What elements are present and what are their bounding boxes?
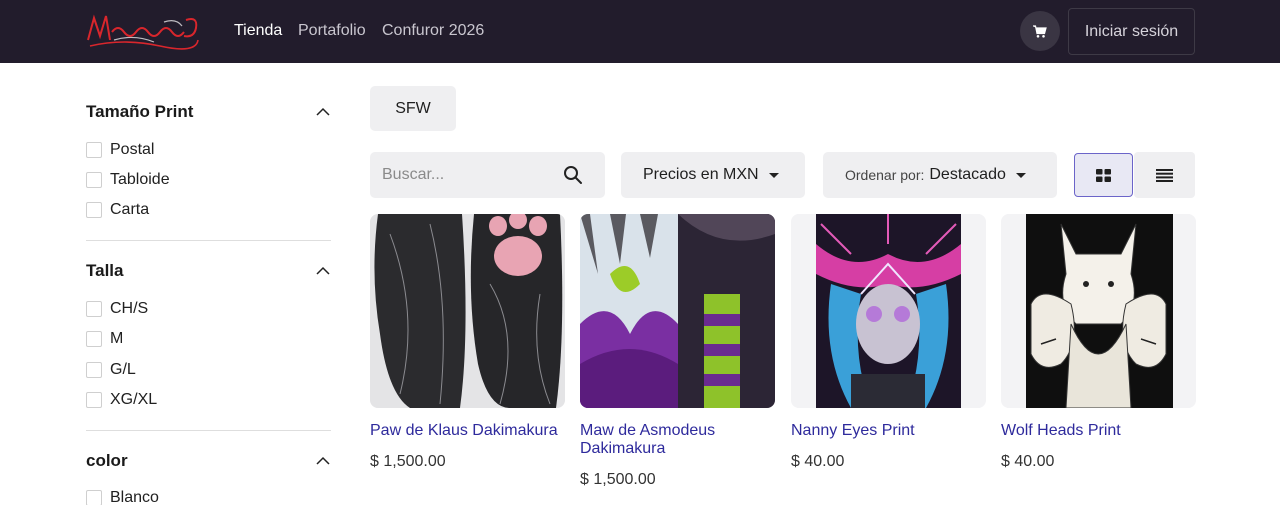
filter-title: Tamaño Print [86, 102, 194, 121]
option-label: M [110, 330, 124, 347]
sort-prefix: Ordenar por: [845, 167, 925, 183]
filter-option-blanco[interactable]: Blanco [86, 487, 159, 505]
chevron-up-icon[interactable] [316, 105, 330, 119]
nav-link-confuror[interactable]: Confuror 2026 [382, 21, 484, 41]
option-label: XG/XL [110, 391, 158, 408]
product-image[interactable] [580, 214, 775, 408]
option-label: CH/S [110, 300, 149, 317]
checkbox[interactable] [86, 172, 102, 188]
list-icon [1156, 168, 1173, 182]
divider [86, 430, 331, 431]
top-navbar: Tienda Portafolio Confuror 2026 Iniciar … [0, 0, 1280, 63]
product-title[interactable]: Nanny Eyes Print [791, 422, 986, 440]
filter-option-xg-xl[interactable]: XG/XL [86, 389, 157, 411]
grid-icon [1096, 168, 1111, 182]
filter-option-ch-s[interactable]: CH/S [86, 298, 148, 320]
filter-option-g-l[interactable]: G/L [86, 359, 136, 381]
search-icon[interactable] [563, 165, 583, 185]
product-price: $ 1,500.00 [370, 453, 446, 470]
chevron-up-icon[interactable] [316, 264, 330, 278]
product-price: $ 1,500.00 [580, 471, 656, 488]
caret-down-icon [768, 172, 779, 178]
filter-option-postal[interactable]: Postal [86, 139, 154, 161]
filter-header-talla[interactable]: Talla [86, 260, 331, 284]
product-image[interactable] [791, 214, 986, 408]
product-price: $ 40.00 [791, 453, 845, 470]
product-title[interactable]: Wolf Heads Print [1001, 422, 1196, 440]
option-label: Carta [110, 201, 150, 218]
divider [86, 240, 331, 241]
checkbox[interactable] [86, 331, 102, 347]
nav-link-portafolio[interactable]: Portafolio [298, 21, 366, 41]
nav-link-tienda[interactable]: Tienda [234, 21, 282, 41]
chevron-up-icon[interactable] [316, 454, 330, 468]
currency-dropdown-label: Precios en MXN [643, 166, 759, 183]
checkbox[interactable] [86, 301, 102, 317]
filter-option-carta[interactable]: Carta [86, 199, 149, 221]
filter-header-tamano-print[interactable]: Tamaño Print [86, 101, 331, 125]
option-label: Blanco [110, 489, 159, 505]
product-image[interactable] [370, 214, 565, 408]
caret-down-icon [1015, 172, 1026, 178]
list-view-button[interactable] [1134, 152, 1195, 198]
filter-option-m[interactable]: M [86, 328, 123, 350]
checkbox[interactable] [86, 202, 102, 218]
brand-logo[interactable] [84, 10, 204, 54]
checkbox[interactable] [86, 392, 102, 408]
filter-option-tabloide[interactable]: Tabloide [86, 169, 170, 191]
currency-dropdown[interactable]: Precios en MXN [621, 152, 805, 198]
option-label: G/L [110, 361, 136, 378]
sort-value: Destacado [929, 166, 1006, 183]
filter-title: Talla [86, 261, 124, 280]
filter-title: color [86, 451, 128, 470]
sort-dropdown[interactable]: Ordenar por: Destacado [823, 152, 1057, 198]
checkbox[interactable] [86, 490, 102, 505]
search-input[interactable] [382, 164, 562, 186]
checkbox[interactable] [86, 142, 102, 158]
product-title[interactable]: Paw de Klaus Dakimakura [370, 422, 565, 440]
sfw-tag-button[interactable]: SFW [370, 86, 456, 131]
option-label: Tabloide [110, 171, 170, 188]
filter-header-color[interactable]: color [86, 450, 331, 474]
product-price: $ 40.00 [1001, 453, 1055, 470]
login-button[interactable]: Iniciar sesión [1068, 8, 1195, 55]
filter-sidebar: Tamaño Print Postal Tabloide Carta Talla… [86, 63, 331, 505]
product-title[interactable]: Maw de Asmodeus Dakimakura [580, 422, 775, 458]
checkbox[interactable] [86, 362, 102, 378]
cart-icon [1033, 24, 1047, 38]
option-label: Postal [110, 141, 155, 158]
product-image[interactable] [1001, 214, 1196, 408]
grid-view-button[interactable] [1074, 153, 1133, 197]
cart-button[interactable] [1020, 11, 1060, 51]
